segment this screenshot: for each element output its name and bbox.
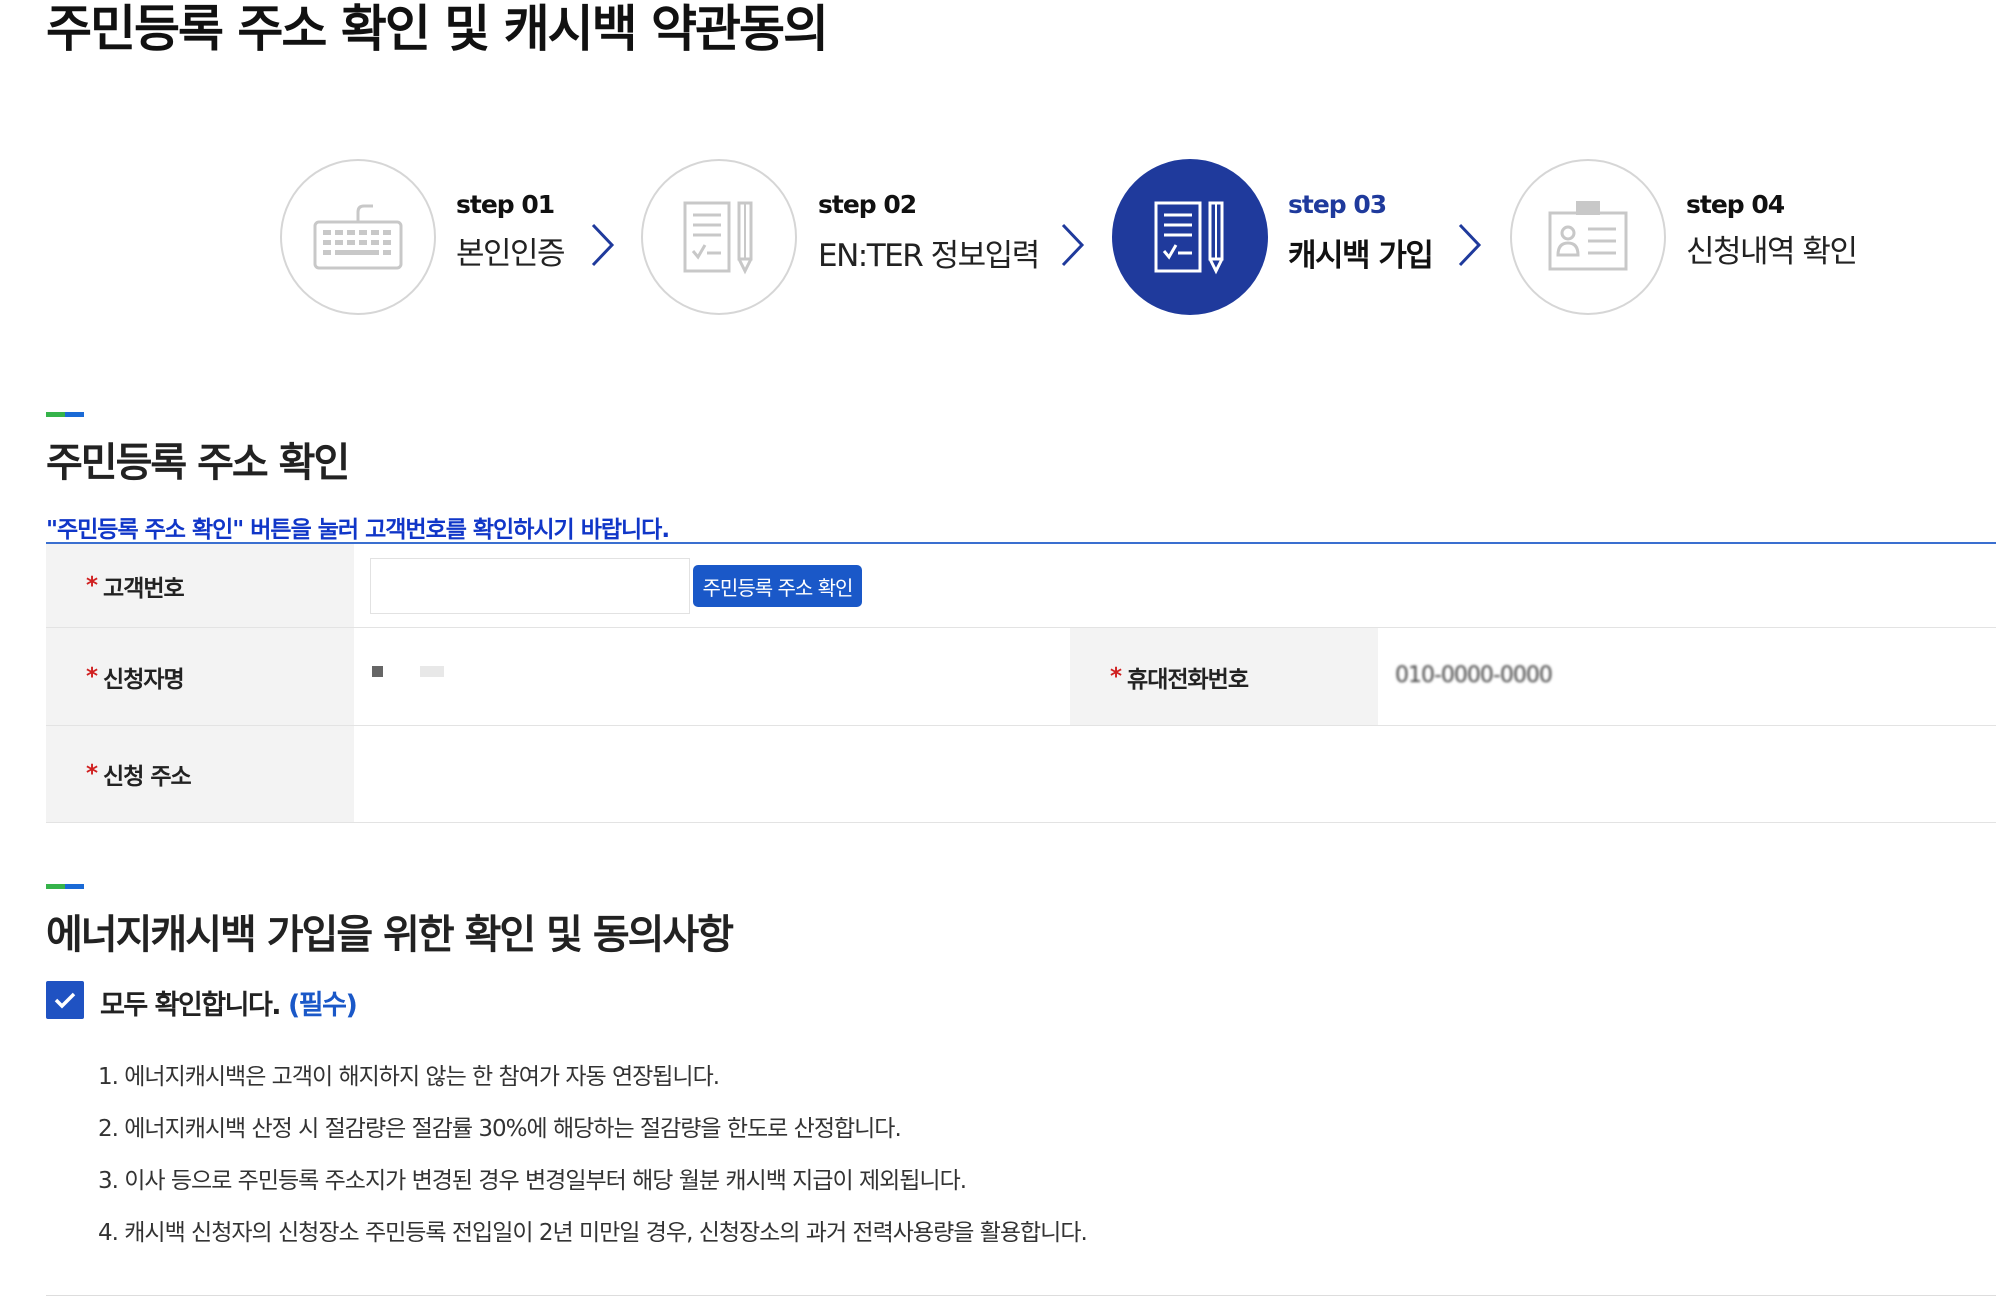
checkmark-icon [54, 992, 76, 1009]
term-item-1: 1. 에너지캐시백은 고객이 해지하지 않는 한 참여가 자동 연장됩니다. [98, 1064, 720, 1090]
required-mark: * [86, 572, 98, 599]
agreement-section-title: 에너지캐시백 가입을 위한 확인 및 동의사항 [46, 912, 734, 958]
step-03-circle [1112, 159, 1268, 315]
address-label: * 신청 주소 [46, 726, 354, 822]
step-02-circle [641, 159, 797, 315]
section-accent-bar [46, 884, 84, 889]
step-04-label: 신청내역 확인 [1686, 234, 1858, 270]
customer-number-input[interactable] [370, 558, 690, 614]
verify-address-button[interactable]: 주민등록 주소 확인 [693, 565, 862, 607]
step-04-circle [1510, 159, 1666, 315]
applicant-name-label-text: 신청자명 [103, 666, 185, 693]
check-all-checkbox[interactable] [46, 981, 84, 1019]
address-notice: "주민등록 주소 확인" 버튼을 눌러 고객번호를 확인하시기 바랍니다. [46, 517, 670, 543]
step-02-label: EN:TER 정보입력 [818, 238, 1040, 274]
checklist-pencil-icon [1154, 201, 1224, 275]
page-title: 주민등록 주소 확인 및 캐시백 약관동의 [46, 0, 829, 58]
term-item-2: 2. 에너지캐시백 산정 시 절감량은 절감률 30%에 해당하는 절감량을 한… [98, 1116, 902, 1142]
phone-value: 010-0000-0000 [1395, 663, 1553, 688]
phone-label: * 휴대전화번호 [1070, 628, 1378, 725]
step-02-number: step 02 [818, 190, 917, 219]
term-item-3: 3. 이사 등으로 주민등록 주소지가 변경된 경우 변경일부터 해당 월분 캐… [98, 1168, 967, 1194]
step-01-circle [280, 159, 436, 315]
phone-label-text: 휴대전화번호 [1127, 666, 1249, 693]
chevron-right-icon [1458, 223, 1482, 267]
masked-name-value [420, 666, 444, 677]
address-section-title: 주민등록 주소 확인 [46, 440, 350, 486]
id-card-icon [1548, 201, 1628, 271]
section-bottom-border [46, 1295, 1996, 1296]
keyboard-icon [313, 204, 403, 270]
chevron-right-icon [591, 223, 615, 267]
customer-number-label-text: 고객번호 [103, 575, 185, 602]
applicant-name-label: * 신청자명 [46, 628, 354, 725]
customer-number-label: * 고객번호 [46, 544, 354, 627]
chevron-right-icon [1061, 223, 1085, 267]
required-mark: * [1110, 663, 1122, 690]
checklist-pencil-icon [683, 201, 753, 275]
masked-name-value [372, 666, 383, 677]
step-03-number: step 03 [1288, 190, 1387, 219]
address-label-text: 신청 주소 [103, 764, 192, 790]
term-item-4: 4. 캐시백 신청자의 신청장소 주민등록 전입일이 2년 미만일 경우, 신청… [98, 1220, 1088, 1246]
check-all-label[interactable]: 모두 확인합니다. (필수) [100, 983, 358, 1022]
step-01-number: step 01 [456, 190, 555, 219]
table-bottom-border [46, 822, 1996, 823]
required-mark: * [86, 761, 98, 787]
section-accent-bar [46, 412, 84, 417]
step-04-number: step 04 [1686, 190, 1785, 219]
check-all-text: 모두 확인합니다. [100, 990, 282, 1021]
required-mark: * [86, 663, 98, 690]
required-tag: (필수) [287, 990, 358, 1021]
step-03-label: 캐시백 가입 [1288, 238, 1434, 274]
step-01-label: 본인인증 [456, 236, 566, 272]
